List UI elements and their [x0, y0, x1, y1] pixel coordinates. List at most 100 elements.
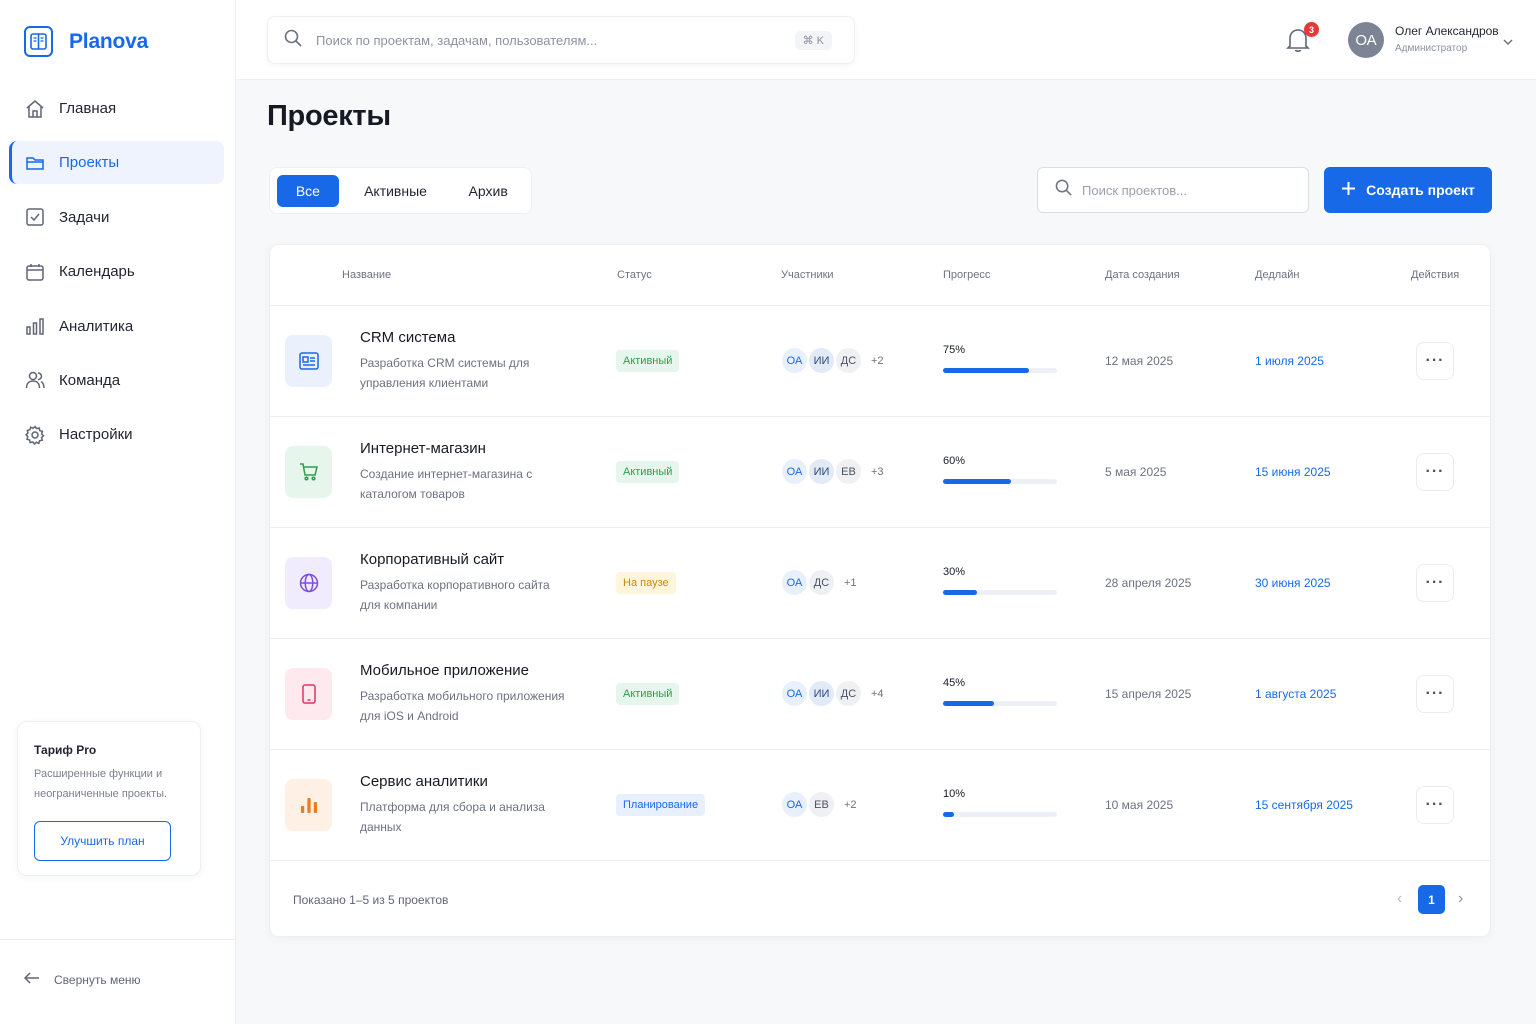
created-date: 10 мая 2025 [1105, 798, 1174, 812]
sidebar-item-calendar[interactable]: Календарь [9, 250, 224, 293]
members-more-count: +2 [844, 798, 857, 811]
sidebar: Planova Главная Проекты Задачи Календарь… [0, 0, 236, 1024]
more-actions-button[interactable]: ··· [1416, 564, 1454, 602]
column-header-created[interactable]: Дата создания [1105, 269, 1180, 281]
topbar: Поиск по проектам, задачам, пользователя… [236, 0, 1536, 80]
avatar: ОА [780, 679, 809, 708]
upgrade-plan-button[interactable]: Улучшить план [34, 821, 171, 861]
brand[interactable]: Planova [24, 26, 148, 57]
sidebar-item-label: Настройки [59, 426, 133, 444]
globe-icon [285, 557, 332, 609]
sidebar-item-label: Проекты [59, 154, 120, 172]
page-number-button[interactable]: 1 [1418, 885, 1445, 914]
status-badge: Активный [616, 683, 680, 705]
tab-active[interactable]: Активные [339, 175, 453, 207]
global-search-input[interactable]: Поиск по проектам, задачам, пользователя… [267, 16, 855, 64]
project-name[interactable]: Интернет-магазин [360, 440, 486, 457]
collapse-menu-button[interactable]: Свернуть меню [23, 972, 141, 987]
column-header-actions: Действия [1411, 269, 1460, 281]
progress-bar [943, 701, 1057, 706]
collapse-menu-label: Свернуть меню [54, 972, 141, 987]
create-project-button[interactable]: Создать проект [1324, 167, 1492, 213]
project-search-placeholder: Поиск проектов... [1082, 182, 1187, 198]
tab-archive[interactable]: Архив [452, 175, 524, 207]
sidebar-item-label: Аналитика [59, 317, 134, 335]
sidebar-item-label: Главная [59, 100, 117, 117]
members-list[interactable]: ОА ИИ ДС +4 [780, 679, 884, 708]
pagination-summary: Показано 1–5 из 5 проектов [293, 893, 449, 907]
column-header-progress[interactable]: Прогресс [943, 269, 990, 281]
chevron-left-icon[interactable]: ‹ [1397, 890, 1402, 908]
members-list[interactable]: ОА ЕВ +2 [780, 790, 857, 819]
members-list[interactable]: ОА ДС +1 [780, 568, 857, 597]
status-badge: Активный [616, 350, 680, 372]
deadline-date: 1 июля 2025 [1255, 354, 1324, 368]
sidebar-item-label: Календарь [59, 263, 135, 281]
project-name[interactable]: Корпоративный сайт [360, 551, 504, 568]
sidebar-item-projects[interactable]: Проекты [9, 141, 224, 185]
folder-icon [24, 152, 46, 174]
chevron-right-icon[interactable]: › [1458, 890, 1463, 908]
created-date: 15 апреля 2025 [1105, 687, 1192, 701]
table-row[interactable]: Корпоративный сайт Разработка корпоратив… [270, 528, 1490, 639]
chevron-down-icon[interactable] [1502, 33, 1514, 51]
column-header-status[interactable]: Статус [617, 269, 652, 281]
plan-card: Тариф Pro Расширенные функции и неограни… [17, 721, 201, 876]
project-name[interactable]: Мобильное приложение [360, 662, 529, 679]
members-list[interactable]: ОА ИИ ЕВ +3 [780, 457, 884, 486]
table-row[interactable]: Сервис аналитики Платформа для сбора и а… [270, 750, 1490, 861]
progress-fill [943, 368, 1029, 373]
more-actions-button[interactable]: ··· [1416, 453, 1454, 491]
status-badge: Активный [616, 461, 680, 483]
sidebar-item-team[interactable]: Команда [9, 359, 224, 402]
progress-bar [943, 368, 1057, 373]
members-list[interactable]: ОА ИИ ДС +2 [780, 346, 884, 375]
members-more-count: +3 [871, 465, 884, 478]
cart-icon [285, 446, 332, 498]
avatar: ИИ [807, 679, 836, 708]
table-row[interactable]: Интернет-магазин Создание интернет-магаз… [270, 417, 1490, 528]
avatar: ИИ [807, 457, 836, 486]
sidebar-item-tasks[interactable]: Задачи [9, 196, 224, 239]
progress-label: 60% [943, 455, 966, 467]
smartphone-icon [285, 668, 332, 720]
more-actions-button[interactable]: ··· [1416, 342, 1454, 380]
sidebar-item-label: Команда [59, 371, 121, 389]
project-name[interactable]: CRM система [360, 329, 455, 346]
avatar: ДС [807, 568, 836, 597]
sidebar-divider [0, 939, 236, 940]
shortcut-hint: ⌘ K [794, 30, 832, 50]
avatar: ЕВ [834, 457, 863, 486]
column-header-deadline[interactable]: Дедлайн [1255, 269, 1300, 281]
table-row[interactable]: CRM система Разработка CRM системы для у… [270, 306, 1490, 417]
ellipsis-icon: ··· [1425, 352, 1445, 369]
deadline-date: 30 июня 2025 [1255, 576, 1331, 590]
column-header-name[interactable]: Название [342, 269, 391, 281]
user-name[interactable]: Олег Александров [1395, 24, 1499, 38]
sidebar-item-analytics[interactable]: Аналитика [9, 305, 224, 348]
progress-label: 75% [943, 344, 966, 356]
tab-all[interactable]: Все [277, 174, 339, 207]
more-actions-button[interactable]: ··· [1416, 786, 1454, 824]
project-name[interactable]: Сервис аналитики [360, 773, 488, 790]
avatar: ИИ [807, 346, 836, 375]
notification-badge: 3 [1304, 22, 1319, 37]
project-search-input[interactable]: Поиск проектов... [1037, 167, 1309, 213]
more-actions-button[interactable]: ··· [1416, 675, 1454, 713]
checkbox-icon [24, 206, 46, 228]
column-header-members[interactable]: Участники [781, 269, 834, 281]
page-title: Проекты [267, 100, 391, 132]
ellipsis-icon: ··· [1425, 685, 1445, 702]
progress-label: 30% [943, 566, 966, 578]
sidebar-item-home[interactable]: Главная [9, 87, 224, 130]
avatar[interactable]: ОА [1348, 22, 1384, 58]
table-header: Название Статус Участники Прогресс Дата … [270, 245, 1490, 306]
progress-label: 10% [943, 788, 966, 800]
sidebar-item-settings[interactable]: Настройки [9, 413, 224, 456]
filter-tabs: Все Активные Архив [269, 167, 532, 214]
project-description: Создание интернет-магазина с каталогом т… [360, 467, 533, 501]
project-description: Разработка корпоративного сайта для комп… [360, 578, 550, 612]
table-row[interactable]: Мобильное приложение Разработка мобильно… [270, 639, 1490, 750]
progress-fill [943, 590, 978, 595]
plan-description: Расширенные функции и неограниченные про… [34, 768, 168, 800]
